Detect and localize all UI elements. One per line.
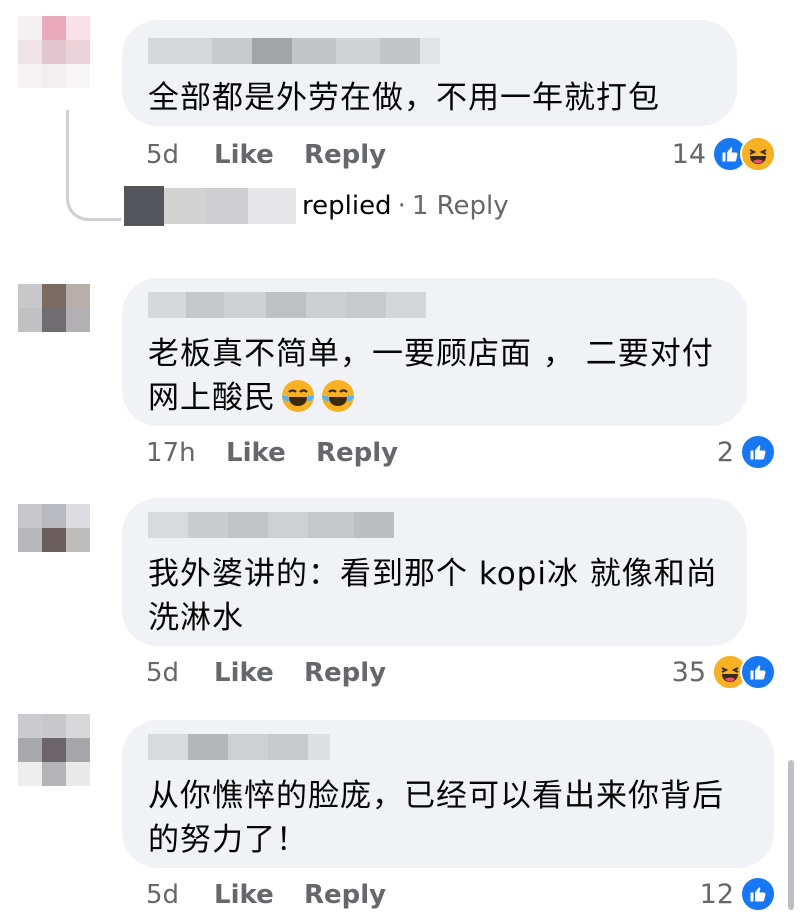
like-icon bbox=[740, 876, 776, 912]
reaction-count: 12 bbox=[699, 878, 734, 910]
haha-icon bbox=[740, 136, 776, 172]
like-icon bbox=[740, 434, 776, 470]
commenter-name-redacted[interactable] bbox=[148, 512, 721, 538]
replies-separator: · bbox=[397, 191, 406, 221]
commenter-name-redacted[interactable] bbox=[148, 292, 721, 318]
comment-bubble: 老板真不简单，一要顾店面 ， 二要对付网上酸民 bbox=[122, 278, 747, 426]
like-button[interactable]: Like bbox=[226, 438, 316, 468]
comment-actions: 5d Like Reply bbox=[146, 658, 386, 688]
scrollbar[interactable] bbox=[788, 760, 794, 910]
comment-text: 从你憔悴的脸庞，已经可以看出来你背后的努力了！ bbox=[148, 778, 724, 858]
like-button[interactable]: Like bbox=[214, 880, 304, 910]
comment-timestamp[interactable]: 5d bbox=[146, 658, 214, 688]
comment-timestamp[interactable]: 5d bbox=[146, 880, 214, 910]
view-replies-link[interactable]: 1 Reply bbox=[412, 191, 509, 221]
like-button[interactable]: Like bbox=[214, 140, 304, 170]
reply-button[interactable]: Reply bbox=[316, 438, 398, 468]
reaction-summary[interactable]: 14 bbox=[672, 136, 776, 172]
reply-button[interactable]: Reply bbox=[304, 140, 386, 170]
replies-link[interactable]: replied · 1 Reply bbox=[124, 186, 509, 226]
tears-of-joy-emoji bbox=[322, 380, 354, 412]
replier-avatar bbox=[124, 186, 164, 226]
commenter-name-redacted[interactable] bbox=[148, 38, 711, 64]
comment-bubble: 从你憔悴的脸庞，已经可以看出来你背后的努力了！ bbox=[122, 720, 774, 868]
comment-actions: 17h Like Reply bbox=[146, 438, 398, 468]
comment-actions: 5d Like Reply bbox=[146, 880, 386, 910]
reply-button[interactable]: Reply bbox=[304, 658, 386, 688]
avatar[interactable] bbox=[18, 714, 114, 786]
reaction-count: 2 bbox=[716, 436, 734, 468]
reaction-summary[interactable]: 2 bbox=[717, 434, 776, 470]
like-icon bbox=[740, 654, 776, 690]
replied-label: replied bbox=[302, 191, 392, 221]
comment-text: 全部都是外劳在做，不用一年就打包 bbox=[148, 80, 660, 116]
commenter-name-redacted[interactable] bbox=[148, 734, 748, 760]
reply-thread-line bbox=[66, 110, 121, 221]
comment-timestamp[interactable]: 17h bbox=[146, 438, 226, 468]
avatar[interactable] bbox=[18, 16, 114, 88]
comment-bubble: 我外婆讲的：看到那个 kopi冰 就像和尚洗淋水 bbox=[122, 498, 747, 646]
avatar[interactable] bbox=[18, 284, 114, 356]
comment-text: 老板真不简单，一要顾店面 ， 二要对付网上酸民 bbox=[148, 336, 714, 416]
avatar[interactable] bbox=[18, 504, 114, 576]
comment-bubble: 全部都是外劳在做，不用一年就打包 bbox=[122, 20, 737, 126]
like-button[interactable]: Like bbox=[214, 658, 304, 688]
reaction-summary[interactable]: 35 bbox=[672, 654, 776, 690]
reaction-count: 35 bbox=[671, 656, 706, 688]
reply-button[interactable]: Reply bbox=[304, 880, 386, 910]
replier-name-redacted bbox=[164, 188, 206, 224]
tears-of-joy-emoji bbox=[282, 380, 314, 412]
reaction-count: 14 bbox=[671, 138, 706, 170]
reaction-summary[interactable]: 12 bbox=[700, 876, 776, 912]
comment-timestamp[interactable]: 5d bbox=[146, 140, 214, 170]
comment-actions: 5d Like Reply bbox=[146, 140, 386, 170]
comment-text: 我外婆讲的：看到那个 kopi冰 就像和尚洗淋水 bbox=[148, 556, 718, 636]
